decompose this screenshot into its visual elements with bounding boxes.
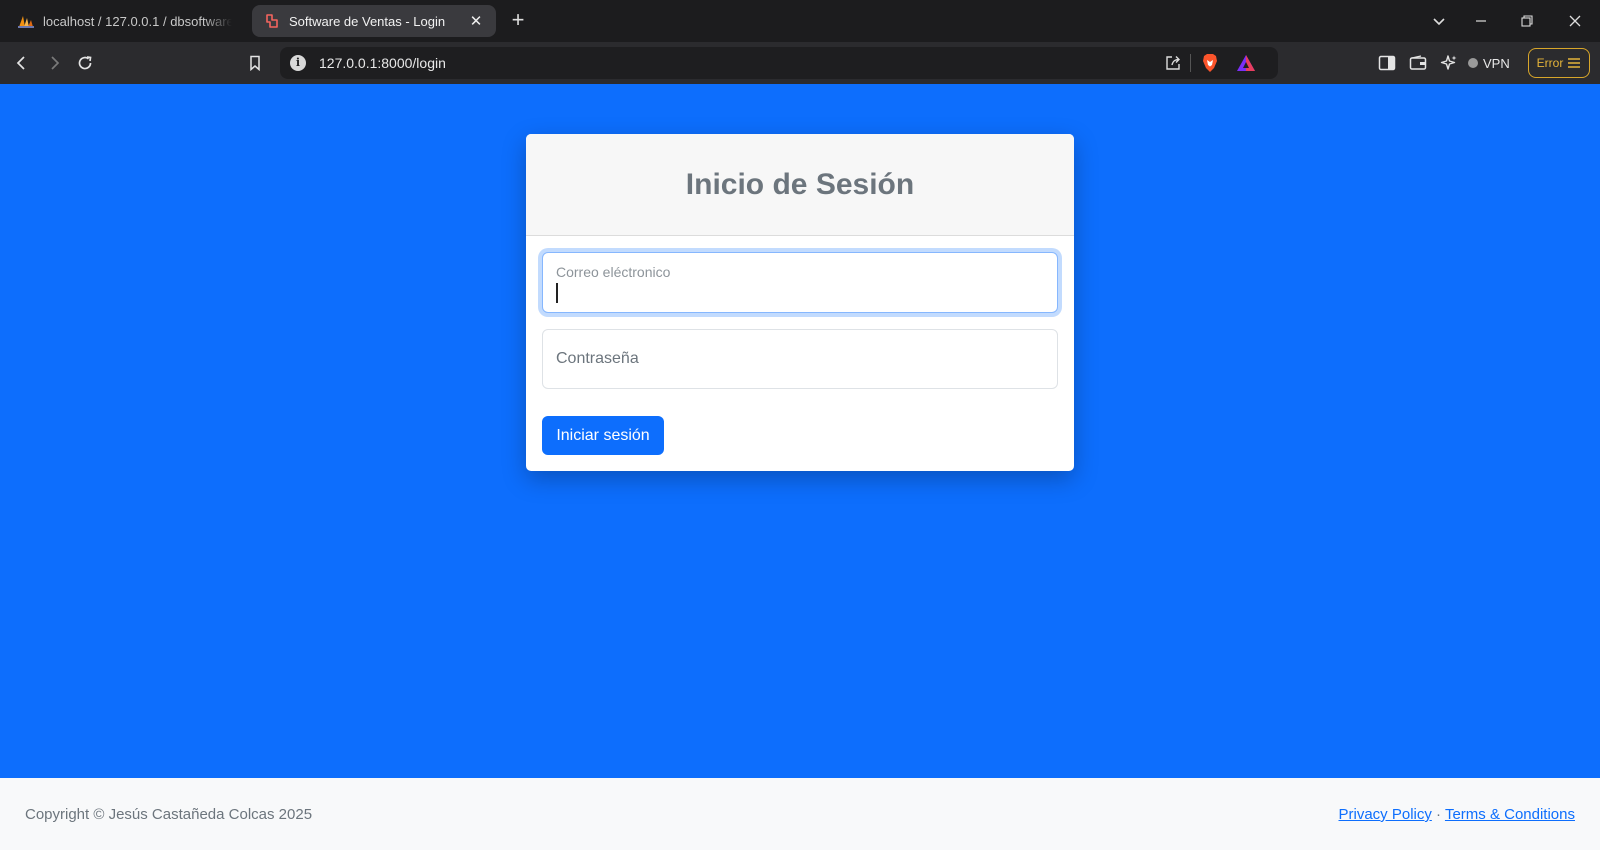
close-window-icon[interactable] <box>1562 8 1588 34</box>
password-field[interactable] <box>542 329 1058 389</box>
site-info-icon[interactable]: i <box>290 55 306 71</box>
laravel-logo-icon <box>264 13 280 29</box>
footer-separator: · <box>1436 806 1442 823</box>
browser-toolbar: i 127.0.0.1:8000/login VPN Error <box>0 42 1600 84</box>
email-field[interactable]: Correo eléctronico <box>542 252 1058 313</box>
privacy-policy-link[interactable]: Privacy Policy <box>1339 806 1432 823</box>
brave-rewards-icon[interactable] <box>1236 54 1256 77</box>
restore-icon[interactable] <box>1514 8 1540 34</box>
forward-icon[interactable] <box>41 50 67 76</box>
back-icon[interactable] <box>9 50 35 76</box>
tab-search-chevron-icon[interactable] <box>1426 8 1452 34</box>
copyright-text: Copyright © Jesús Castañeda Colcas 2025 <box>25 806 313 823</box>
address-bar[interactable]: i 127.0.0.1:8000/login <box>280 47 1278 79</box>
footer-links: Privacy Policy · Terms & Conditions <box>1339 806 1576 823</box>
page-title: Inicio de Sesión <box>685 167 915 201</box>
error-label: Error <box>1536 56 1564 70</box>
tab-title: localhost / 127.0.0.1 / dbsoftwareventas <box>43 13 232 29</box>
reload-icon[interactable] <box>72 50 98 76</box>
email-floating-label: Correo eléctronico <box>556 264 671 280</box>
text-cursor <box>556 283 558 303</box>
vpn-label: VPN <box>1483 55 1510 71</box>
divider <box>1190 54 1191 72</box>
leo-ai-icon[interactable] <box>1436 50 1462 76</box>
login-card: Inicio de Sesión Correo eléctronico Inic… <box>526 134 1074 471</box>
login-button[interactable]: Iniciar sesión <box>542 416 664 455</box>
login-page: Inicio de Sesión Correo eléctronico Inic… <box>0 84 1600 778</box>
error-menu-button[interactable]: Error <box>1528 48 1590 78</box>
bookmark-icon[interactable] <box>242 50 268 76</box>
phpmyadmin-sail-icon <box>18 13 34 29</box>
new-tab-button[interactable]: + <box>506 9 530 33</box>
tab-phpmyadmin[interactable]: localhost / 127.0.0.1 / dbsoftwareventas <box>6 5 244 37</box>
url-text: 127.0.0.1:8000/login <box>319 55 446 71</box>
tab-title: Software de Ventas - Login <box>289 13 446 29</box>
footer: Copyright © Jesús Castañeda Colcas 2025 … <box>0 778 1600 850</box>
vpn-button[interactable]: VPN <box>1468 51 1510 75</box>
minimize-icon[interactable] <box>1468 8 1494 34</box>
vpn-status-icon <box>1468 58 1478 68</box>
share-icon[interactable] <box>1164 54 1182 77</box>
browser-tab-strip: localhost / 127.0.0.1 / dbsoftwareventas… <box>0 0 1600 42</box>
brave-shields-icon[interactable] <box>1201 53 1219 78</box>
tab-software-ventas-login[interactable]: Software de Ventas - Login ✕ <box>252 5 496 37</box>
sidebar-icon[interactable] <box>1374 50 1400 76</box>
hamburger-menu-icon <box>1568 58 1581 68</box>
password-input[interactable] <box>543 330 1057 388</box>
close-tab-icon[interactable]: ✕ <box>468 13 484 30</box>
wallet-icon[interactable] <box>1405 50 1431 76</box>
card-header: Inicio de Sesión <box>526 134 1074 236</box>
terms-conditions-link[interactable]: Terms & Conditions <box>1445 806 1575 823</box>
